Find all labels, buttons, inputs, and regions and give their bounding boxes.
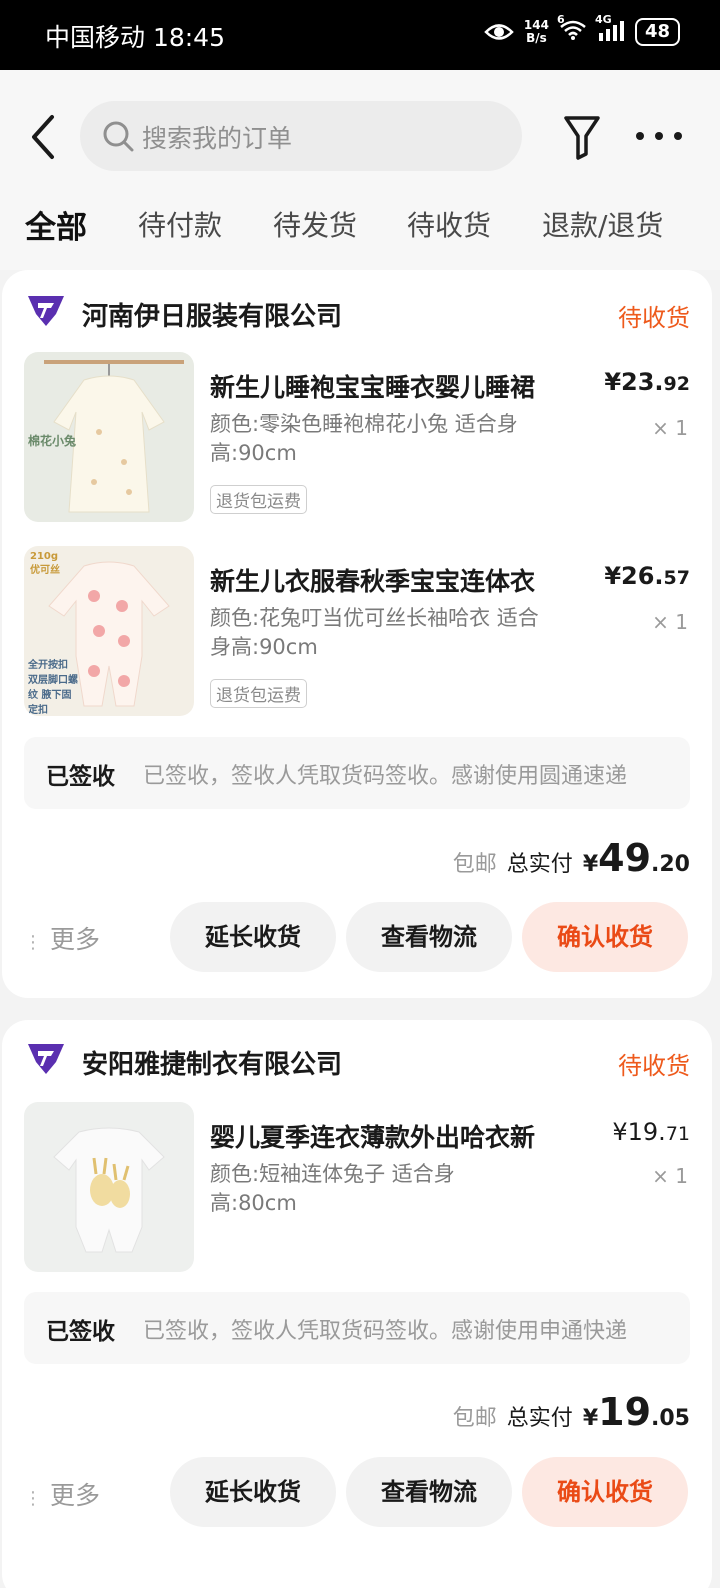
back-arrow-icon[interactable] [28,113,58,161]
more-actions-link[interactable]: ⋮ 更多 [24,1476,100,1512]
more-actions-link[interactable]: ⋮ 更多 [24,920,100,956]
search-icon [103,121,134,152]
tab-refund[interactable]: 退款/退货 [542,204,663,244]
total-label: 总实付 [506,1406,573,1431]
return-shipping-tag: 退货包运费 [210,679,307,708]
order-card[interactable]: 河南伊日服装有限公司 待收货 棉花小兔 新生儿睡袍宝宝睡衣婴儿睡裙 颜色:零染色… [2,270,712,998]
product-price: ¥19.71 [612,1118,690,1146]
logistics-status: 已签收 [46,764,115,790]
wifi-badge: 6 [556,13,565,26]
tab-pending-payment[interactable]: 待付款 [138,204,222,244]
product-spec: 颜色:花兔叮当优可丝长袖哈衣 适合身高:90cm [210,606,539,659]
order-card[interactable]: 安阳雅捷制衣有限公司 待收货 婴儿夏季连衣薄款外出哈衣新 颜色:短袖连体兔子 适… [2,1020,712,1588]
shop-name[interactable]: 安阳雅捷制衣有限公司 [82,1044,342,1081]
view-logistics-button[interactable]: 查看物流 [346,902,512,972]
filter-icon[interactable] [563,114,601,160]
product-image-caption: 210g 优可丝 [30,551,60,576]
product-quantity: × 1 [652,610,688,634]
product-image[interactable]: 棉花小兔 [24,352,194,522]
free-shipping-label: 包邮 [452,1406,497,1431]
product-image[interactable]: 210g 优可丝 全开按扣 双层脚口螺纹 腋下固定扣 [24,546,194,716]
logistics-description: 已签收，签收人凭取货码签收。感谢使用申通快递 [143,1319,628,1344]
total-amount: ¥49.20 [582,836,690,880]
product-title[interactable]: 新生儿睡袍宝宝睡衣婴儿睡裙 [210,368,535,404]
product-spec: 颜色:短袖连体兔子 适合身高:80cm [210,1162,455,1215]
confirm-receipt-button[interactable]: 确认收货 [522,1457,688,1527]
network-type: 4G [594,13,612,26]
baby-bunny-romper-image [24,1102,194,1272]
search-input[interactable]: 搜索我的订单 [80,101,522,171]
logistics-description: 已签收，签收人凭取货码签收。感谢使用圆通速递 [143,764,628,789]
product-quantity: × 1 [652,416,688,440]
product-spec: 颜色:零染色睡袍棉花小兔 适合身高:90cm [210,412,518,465]
product-quantity: × 1 [652,1164,688,1188]
shop-logo-icon [28,296,64,326]
free-shipping-label: 包邮 [452,852,497,877]
vertical-dots-icon: ⋮ [24,1488,42,1509]
battery-indicator: 48 [634,18,680,46]
shop-logo-icon [28,1044,64,1074]
order-total: 包邮 总实付 ¥49.20 [453,836,690,880]
return-shipping-tag: 退货包运费 [210,485,307,514]
total-amount: ¥19.05 [582,1390,690,1434]
extend-receipt-button[interactable]: 延长收货 [170,1457,336,1527]
product-title[interactable]: 新生儿衣服春秋季宝宝连体衣 [210,562,535,598]
tab-pending-shipment[interactable]: 待发货 [273,204,357,244]
order-total: 包邮 总实付 ¥19.05 [453,1390,690,1434]
status-icons: 144 B/s 6 4G 48 [484,13,680,46]
order-status: 待收货 [618,304,690,332]
tab-all[interactable]: 全部 [25,202,87,247]
logistics-info[interactable]: 已签收 已签收，签收人凭取货码签收。感谢使用申通快递 [24,1292,690,1364]
more-options-icon[interactable] [634,123,684,149]
total-label: 总实付 [506,852,573,877]
search-placeholder: 搜索我的订单 [142,124,293,153]
eye-icon [484,24,514,40]
product-image-caption: 棉花小兔 [28,434,77,448]
carrier-time: 中国移动 18:45 [45,23,225,52]
tab-pending-receipt[interactable]: 待收货 [407,204,491,244]
confirm-receipt-button[interactable]: 确认收货 [522,902,688,972]
shop-name[interactable]: 河南伊日服装有限公司 [82,296,342,333]
extend-receipt-button[interactable]: 延长收货 [170,902,336,972]
product-image[interactable] [24,1102,194,1272]
product-image-caption: 全开按扣 双层脚口螺纹 腋下固定扣 [28,660,78,716]
logistics-info[interactable]: 已签收 已签收，签收人凭取货码签收。感谢使用圆通速递 [24,737,690,809]
vertical-dots-icon: ⋮ [24,932,42,953]
net-speed: 144 B/s [523,18,549,45]
view-logistics-button[interactable]: 查看物流 [346,1457,512,1527]
status-bar: 中国移动 18:45 144 B/s 6 4G 48 [0,0,720,70]
product-title[interactable]: 婴儿夏季连衣薄款外出哈衣新 [210,1118,535,1154]
product-price: ¥23.92 [604,368,690,396]
order-status: 待收货 [618,1052,690,1080]
product-price: ¥26.57 [604,562,690,590]
logistics-status: 已签收 [46,1319,115,1345]
